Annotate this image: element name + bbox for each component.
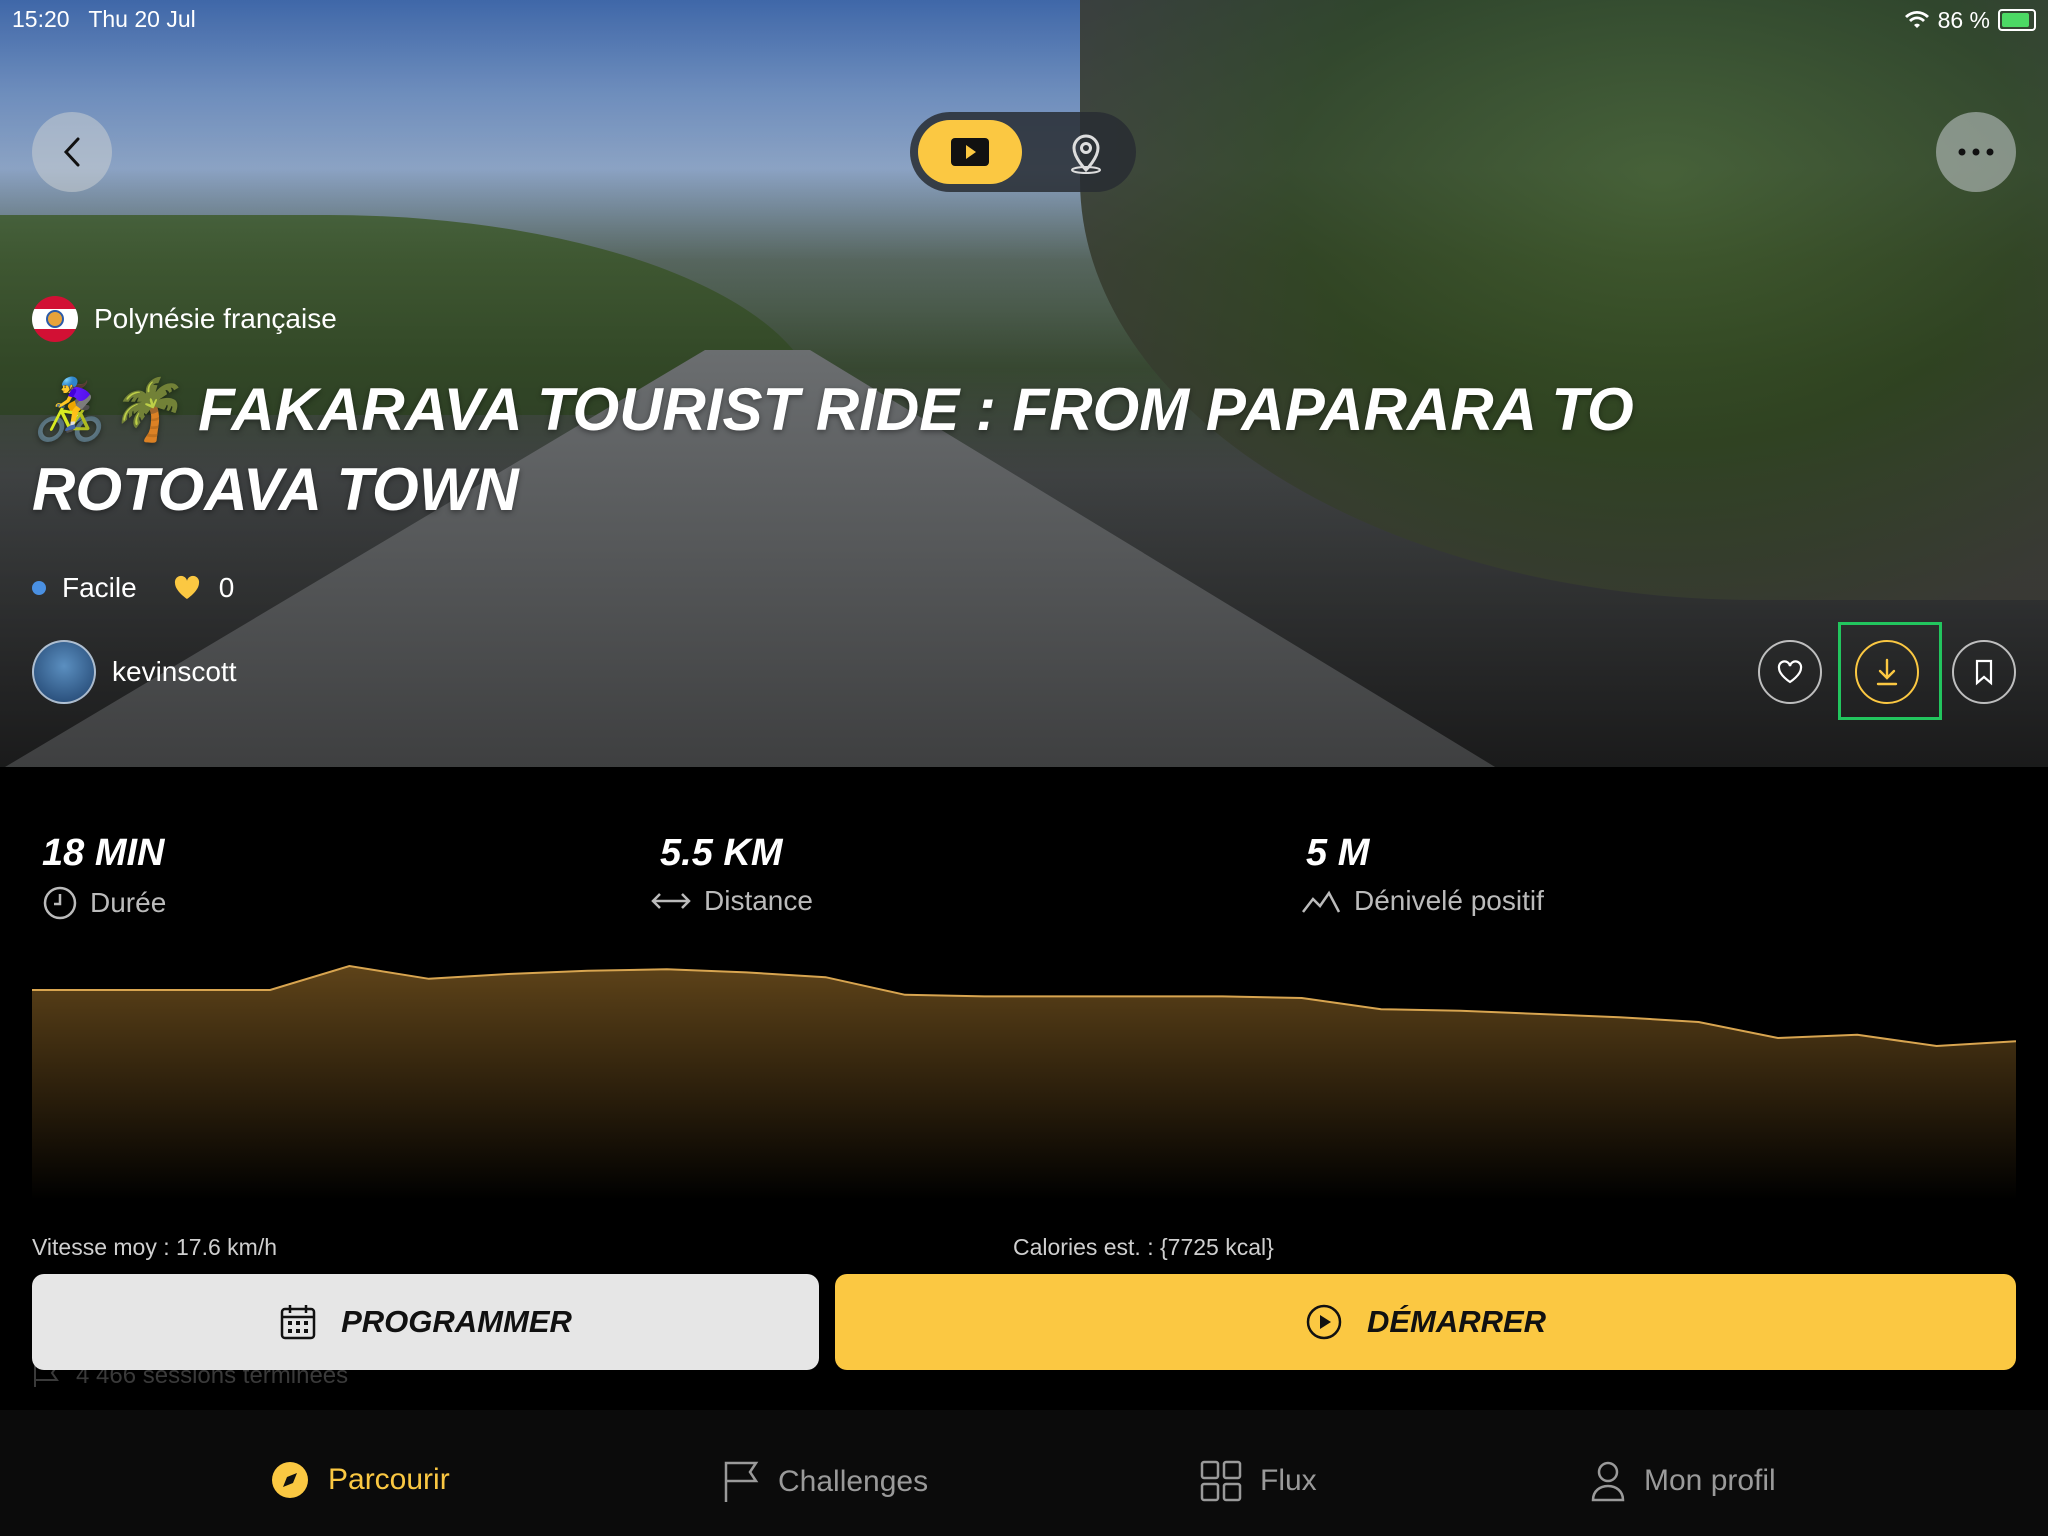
stat-elevation: 5 M Dénivelé positif <box>1300 832 1544 917</box>
tab-profile-label: Mon profil <box>1644 1464 1776 1497</box>
distance-label: Distance <box>704 885 813 916</box>
tab-browse[interactable]: Parcourir <box>270 1460 450 1500</box>
difficulty-label: Facile <box>62 572 137 603</box>
distance-arrows-icon <box>651 893 691 909</box>
start-button[interactable]: DÉMARRER <box>835 1274 2016 1370</box>
compass-icon <box>272 1462 308 1498</box>
battery-percent: 86 % <box>1937 6 1990 33</box>
country-name: Polynésie française <box>94 303 337 334</box>
tab-feed-label: Flux <box>1260 1464 1317 1497</box>
elevation-value: 5 M <box>1306 832 1370 874</box>
elevation-icon <box>1302 890 1341 913</box>
map-toggle-button[interactable] <box>1044 120 1128 184</box>
stat-duration: 18 MIN Durée <box>42 832 166 921</box>
favorite-button[interactable] <box>1758 640 1822 704</box>
view-toggle <box>910 112 1136 192</box>
heart-outline-icon <box>1777 660 1803 684</box>
download-highlight <box>1838 622 1942 720</box>
tab-feed[interactable]: Flux <box>1200 1460 1317 1502</box>
more-options-button[interactable] <box>1936 112 2016 192</box>
bookmark-button[interactable] <box>1952 640 2016 704</box>
tab-browse-label: Parcourir <box>328 1463 450 1496</box>
duration-label: Durée <box>90 887 167 918</box>
play-icon <box>951 138 989 166</box>
status-date: Thu 20 Jul <box>88 6 196 32</box>
route-meta: Facile 0 <box>32 572 234 604</box>
status-time: 15:20 <box>12 6 70 32</box>
estimated-calories: Calories est. : {7725 kcal} <box>1013 1234 1274 1260</box>
elevation-profile-area <box>32 966 2016 1200</box>
person-icon <box>1591 1461 1625 1502</box>
stat-distance: 5.5 KM Distance <box>650 832 813 917</box>
route-title: 🚴‍♀️🌴 FAKARAVA TOURIST RIDE : FROM PAPAR… <box>32 376 1634 523</box>
tab-profile[interactable]: Mon profil <box>1590 1460 1776 1502</box>
author-row[interactable]: kevinscott <box>32 640 237 704</box>
tab-challenges[interactable]: Challenges <box>722 1460 928 1504</box>
elevation-profile-chart <box>32 964 2016 1200</box>
schedule-label: PROGRAMMER <box>341 1304 572 1339</box>
avg-speed: Vitesse moy : 17.6 km/h <box>32 1234 278 1260</box>
grid-icon <box>1200 1460 1242 1502</box>
tab-challenges-label: Challenges <box>778 1465 929 1498</box>
duration-value: 18 MIN <box>42 832 165 874</box>
flag-icon <box>724 1461 759 1502</box>
likes-count: 0 <box>218 572 235 603</box>
flag-icon <box>32 296 78 342</box>
start-label: DÉMARRER <box>1366 1304 1547 1339</box>
bookmark-icon <box>1975 659 1993 686</box>
elevation-label: Dénivelé positif <box>1354 885 1544 916</box>
author-name: kevinscott <box>112 656 237 687</box>
video-toggle-button[interactable] <box>918 120 1022 184</box>
back-button[interactable] <box>32 112 112 192</box>
difficulty-dot-icon <box>32 581 46 595</box>
ellipsis-icon <box>1958 148 1994 156</box>
avatar <box>32 640 96 704</box>
clock-icon <box>43 886 77 920</box>
play-circle-icon <box>1306 1304 1342 1340</box>
status-bar: 15:20 Thu 20 Jul 86 % <box>12 6 2036 34</box>
distance-value: 5.5 KM <box>660 832 783 874</box>
route-country: Polynésie française <box>32 296 337 342</box>
heart-filled-icon <box>174 575 199 599</box>
battery-icon <box>1998 9 2036 31</box>
schedule-button[interactable]: PROGRAMMER <box>32 1274 819 1370</box>
wifi-icon <box>1904 11 1929 28</box>
calendar-icon <box>280 1305 316 1340</box>
bottom-tab-bar: Parcourir Challenges Flux Mon profil <box>0 1410 2048 1536</box>
chevron-left-icon <box>63 137 80 167</box>
map-pin-icon <box>1071 134 1101 174</box>
